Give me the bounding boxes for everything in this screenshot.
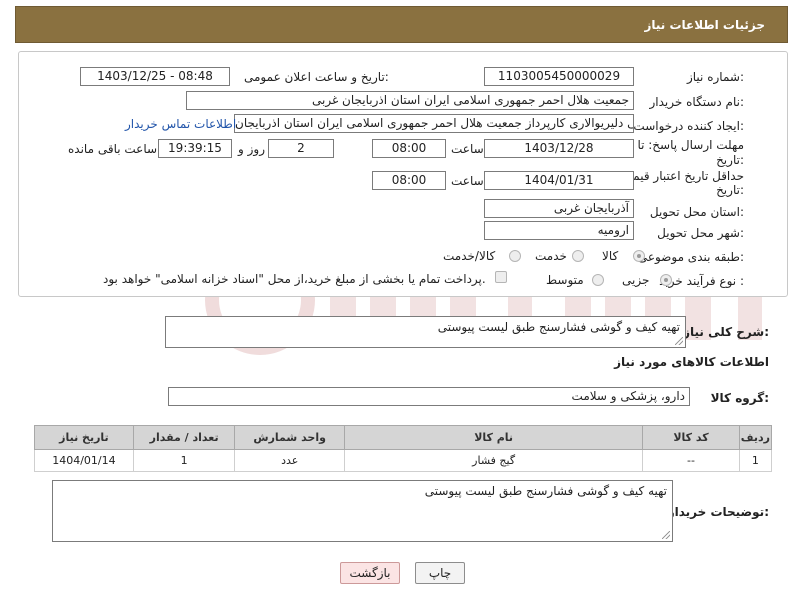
announce-field[interactable]: 1403/12/25 - 08:48 (80, 67, 230, 86)
description-text: تهیه کیف و گوشی فشارسنج طبق لیست پیوستی (437, 320, 680, 334)
back-button[interactable]: بازگشت (340, 562, 400, 584)
deadline-label-date: تاریخ: (716, 153, 744, 167)
validity-date-field[interactable]: 1404/01/31 (484, 171, 634, 190)
goods-table: ردیف کد کالا نام کالا واحد شمارش تعداد /… (34, 425, 773, 472)
buyer-field[interactable]: جمعیت هلال احمر جمهوری اسلامی ایران استا… (186, 91, 634, 110)
buyer-label: نام دستگاه خریدار: (649, 95, 745, 109)
resize-grip-icon[interactable] (662, 531, 670, 539)
category-both-label: کالا/خدمت (443, 249, 496, 263)
need-number-field[interactable]: 1103005450000029 (484, 67, 634, 86)
contact-buyer-link[interactable]: اطلاعات تماس خریدار (125, 117, 236, 131)
cell-item-name: گیج فشار (343, 449, 644, 472)
days-remaining-field[interactable]: 2 (268, 139, 334, 158)
province-label: استان محل تحویل: (649, 205, 744, 219)
category-label: طبقه بندی موضوعی: (637, 250, 744, 264)
validity-time-field[interactable]: 08:00 (372, 171, 446, 190)
need-number-label: شماره نیاز: (686, 70, 744, 84)
resize-grip-icon[interactable] (675, 337, 683, 345)
table-row[interactable]: 1 -- گیج فشار عدد 1 1404/01/14 (34, 449, 773, 472)
category-goods-radio[interactable] (633, 250, 645, 262)
table-header-row: ردیف کد کالا نام کالا واحد شمارش تعداد /… (34, 425, 773, 450)
cell-item-code: -- (642, 449, 740, 472)
city-label: شهر محل تحویل: (657, 226, 744, 240)
category-goods-label: کالا (602, 249, 619, 263)
col-header-item-name: نام کالا (343, 425, 644, 450)
validity-label-date: تاریخ: (716, 183, 744, 197)
process-minor-label: جزیی (622, 273, 650, 287)
creator-label: ایجاد کننده درخواست: (633, 119, 744, 133)
creator-field[interactable]: علی دلیریوالاری کارپرداز جمعیت هلال احمر… (234, 114, 634, 133)
days-label: روز و (238, 142, 265, 156)
page-title: جزئیات اطلاعات نیاز (644, 18, 765, 32)
buyer-notes-text: تهیه کیف و گوشی فشارسنج طبق لیست پیوستی (424, 484, 667, 498)
remaining-time-field[interactable]: 19:39:15 (158, 139, 232, 158)
remaining-label: ساعت باقی مانده (68, 142, 158, 156)
col-header-quantity: تعداد / مقدار (132, 425, 236, 450)
validity-time-label: ساعت (451, 174, 484, 188)
buyer-notes-label: توضیحات خریدار: (667, 505, 769, 519)
treasury-payment-checkbox[interactable] (495, 271, 507, 283)
cell-row-number: 1 (738, 449, 773, 472)
col-header-unit: واحد شمارش (234, 425, 345, 450)
goods-section-title: اطلاعات کالاهای مورد نیاز (614, 355, 769, 369)
goods-group-field[interactable]: دارو، پزشکی و سلامت (168, 387, 690, 406)
process-medium-label: متوسط (546, 273, 584, 287)
process-medium-radio[interactable] (592, 274, 604, 286)
province-field[interactable]: آذربایجان غربی (484, 199, 634, 218)
col-header-row-number: ردیف (738, 425, 773, 450)
category-service-label: خدمت (535, 249, 567, 263)
description-textarea[interactable]: تهیه کیف و گوشی فشارسنج طبق لیست پیوستی (165, 316, 686, 348)
cell-quantity: 1 (132, 449, 236, 472)
treasury-payment-note: پرداخت تمام یا بخشی از مبلغ خرید،از محل … (103, 272, 486, 286)
header-bar: جزئیات اطلاعات نیاز (15, 6, 788, 43)
deadline-time-field[interactable]: 08:00 (372, 139, 446, 158)
goods-group-label: گروه کالا: (710, 391, 769, 405)
deadline-date-field[interactable]: 1403/12/28 (484, 139, 634, 158)
announce-label: تاریخ و ساعت اعلان عمومی: (244, 70, 389, 84)
cell-need-date: 1404/01/14 (34, 449, 134, 472)
process-minor-radio[interactable] (660, 274, 672, 286)
category-service-radio[interactable] (572, 250, 584, 262)
buyer-notes-textarea[interactable]: تهیه کیف و گوشی فشارسنج طبق لیست پیوستی (52, 480, 673, 542)
col-header-item-code: کد کالا (642, 425, 740, 450)
city-field[interactable]: ارومیه (484, 221, 634, 240)
deadline-label: مهلت ارسال پاسخ: تا (637, 138, 744, 152)
deadline-time-label: ساعت (451, 142, 484, 156)
category-both-radio[interactable] (509, 250, 521, 262)
description-label: شرح کلی نیاز: (683, 325, 769, 339)
col-header-need-date: تاریخ نیاز (34, 425, 134, 450)
cell-unit: عدد (234, 449, 345, 472)
print-button[interactable]: چاپ (415, 562, 465, 584)
